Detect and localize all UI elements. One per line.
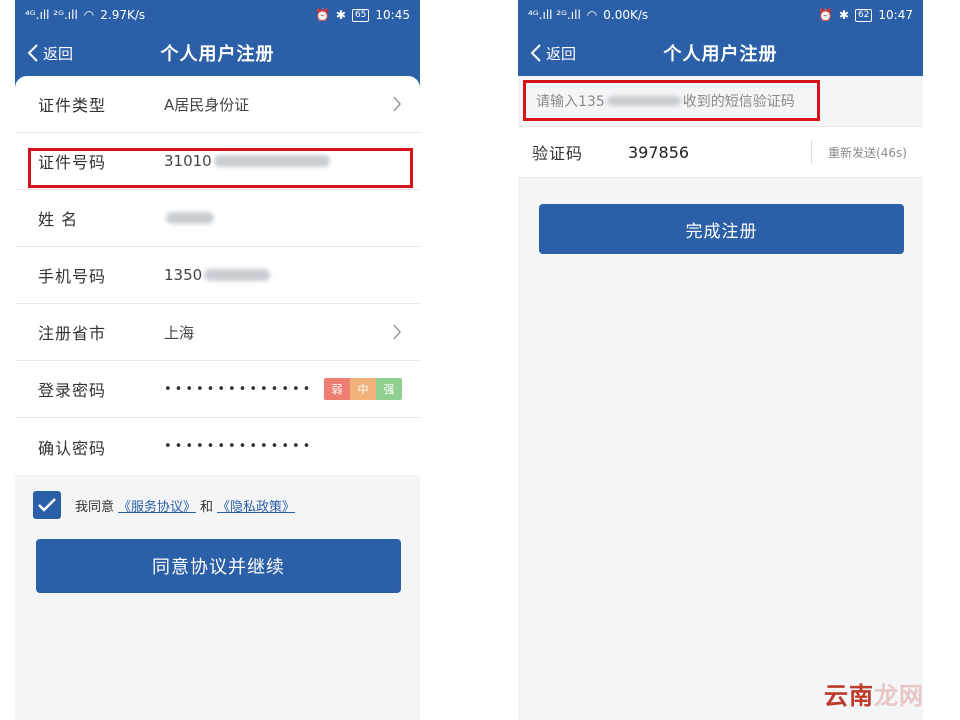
strength-medium: 中: [350, 378, 376, 400]
redacted-name: [166, 212, 214, 224]
battery-level: 62: [854, 8, 873, 22]
name-label: 姓 名: [38, 210, 79, 229]
clock: 10:47: [878, 8, 913, 22]
nav-bar: 返回 个人用户注册: [15, 30, 420, 76]
chevron-left-icon: [27, 44, 38, 62]
back-label: 返回: [546, 44, 577, 63]
chevron-right-icon: [393, 96, 401, 112]
password-row[interactable]: 登录密码 •••••••••••••• 弱 中 强: [15, 361, 420, 418]
strength-weak: 弱: [324, 378, 350, 400]
id-type-value: A居民身份证: [164, 95, 250, 114]
registration-form: 证件类型 A居民身份证 证件号码 31010 姓 名 手机号码 1350 注册省…: [15, 76, 420, 475]
agree-prefix: 我同意: [75, 499, 115, 515]
back-button[interactable]: 返回: [27, 30, 73, 76]
highlight-box-id-number: [28, 148, 413, 188]
id-type-row[interactable]: 证件类型 A居民身份证: [15, 76, 420, 133]
chevron-right-icon: [393, 324, 401, 340]
name-row[interactable]: 姓 名: [15, 190, 420, 247]
signal-indicator: ⁴ᴳ.ıll ²ᴳ.ıll: [528, 8, 581, 22]
agree-and: 和: [200, 499, 214, 515]
confirm-password-label: 确认密码: [38, 438, 107, 458]
phone-row[interactable]: 手机号码 1350: [15, 247, 420, 304]
check-icon: [38, 498, 56, 512]
clock: 10:45: [375, 8, 410, 22]
page-title: 个人用户注册: [663, 44, 778, 65]
status-bar: ⁴ᴳ.ıll ²ᴳ.ıll ◠ 0.00K/s ⏰ ✱ 62 10:47: [518, 0, 923, 30]
signal-indicator: ⁴ᴳ.ıll ²ᴳ.ıll: [25, 8, 78, 22]
password-input[interactable]: ••••••••••••••: [164, 382, 313, 397]
back-label: 返回: [43, 44, 74, 63]
alarm-icon: ⏰: [314, 8, 330, 22]
alarm-icon: ⏰: [817, 8, 833, 22]
agree-continue-button[interactable]: 同意协议并继续: [36, 539, 401, 593]
code-label: 验证码: [532, 144, 584, 163]
network-speed: 2.97K/s: [100, 8, 146, 22]
password-label: 登录密码: [38, 381, 107, 400]
complete-registration-button[interactable]: 完成注册: [539, 204, 904, 254]
confirm-password-row[interactable]: 确认密码 ••••••••••••••: [15, 418, 420, 475]
wifi-icon: ◠: [586, 8, 598, 22]
status-bar: ⁴ᴳ.ıll ²ᴳ.ıll ◠ 2.97K/s ⏰ ✱ 65 10:45: [15, 0, 420, 30]
wifi-icon: ◠: [83, 8, 95, 22]
agree-checkbox[interactable]: [33, 491, 61, 519]
agreement-row: 我同意 《服务协议》 和 《隐私政策》: [15, 485, 420, 525]
privacy-policy-link[interactable]: 《隐私政策》: [217, 496, 295, 515]
verification-code-row: 验证码 397856 重新发送(46s): [518, 126, 923, 178]
resend-code-button[interactable]: 重新发送(46s): [811, 140, 923, 164]
strength-strong: 强: [376, 378, 402, 400]
back-button[interactable]: 返回: [530, 30, 576, 76]
phone-screen-register: ⁴ᴳ.ıll ²ᴳ.ıll ◠ 2.97K/s ⏰ ✱ 65 10:45 返回 …: [15, 0, 420, 720]
password-strength-meter: 弱 中 强: [324, 378, 402, 400]
redacted-phone-digits: [204, 269, 271, 281]
province-value: 上海: [164, 323, 195, 342]
phone-label: 手机号码: [38, 267, 107, 286]
id-type-label: 证件类型: [38, 96, 107, 115]
confirm-password-input[interactable]: ••••••••••••••: [164, 439, 313, 454]
battery-level: 65: [351, 8, 370, 22]
site-watermark: 云南龙网: [824, 682, 924, 710]
chevron-left-icon: [530, 44, 541, 62]
service-agreement-link[interactable]: 《服务协议》: [118, 496, 196, 515]
phone-value: 1350: [164, 266, 203, 284]
page-title: 个人用户注册: [160, 44, 275, 65]
nav-bar: 返回 个人用户注册: [518, 30, 923, 76]
province-label: 注册省市: [38, 324, 107, 343]
network-speed: 0.00K/s: [603, 8, 649, 22]
province-row[interactable]: 注册省市 上海: [15, 304, 420, 361]
highlight-box-sms-hint: [523, 80, 820, 121]
bluetooth-icon: ✱: [335, 8, 346, 22]
verification-code-input[interactable]: 397856: [628, 143, 811, 162]
bluetooth-icon: ✱: [838, 8, 849, 22]
